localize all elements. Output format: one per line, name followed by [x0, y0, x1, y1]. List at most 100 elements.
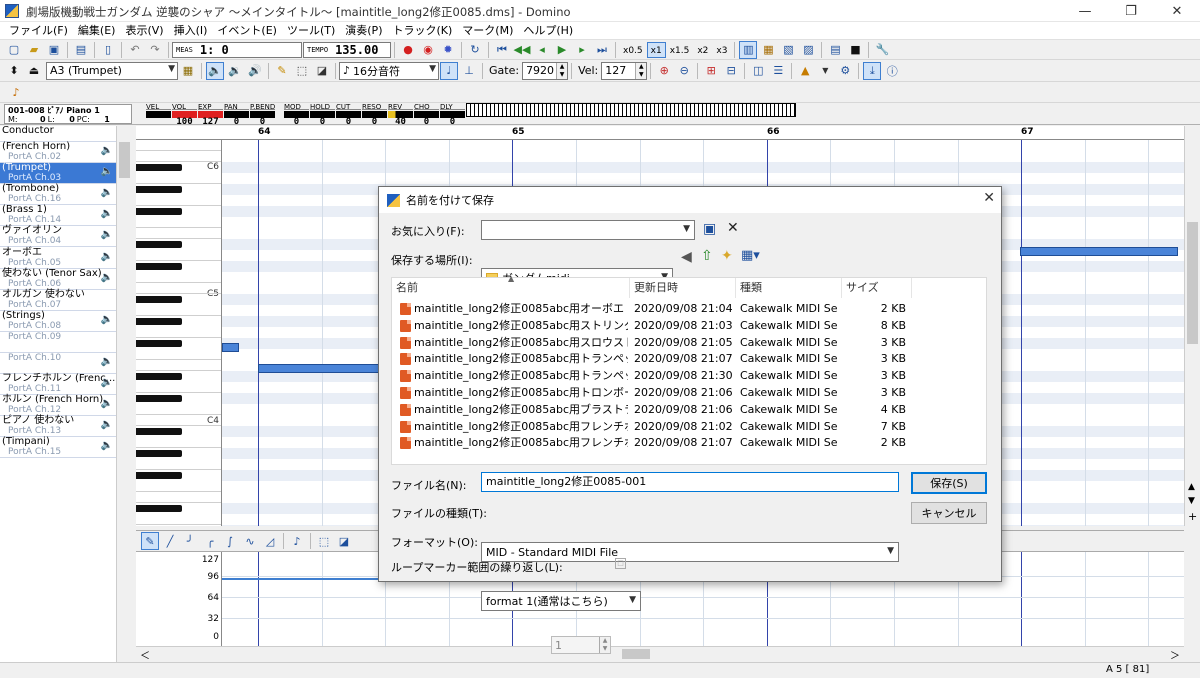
zoom-reset-icon[interactable]: ⊟ — [722, 62, 740, 80]
speaker-icon[interactable]: 🔈 — [101, 357, 113, 367]
spinner-arrows-icon[interactable]: ▲ ▼ — [556, 62, 568, 79]
loop-spinner[interactable]: 1 ▲ ▼ — [551, 636, 611, 654]
menu-view[interactable]: 表示(V) — [120, 22, 168, 39]
column-size[interactable]: サイズ — [842, 278, 912, 298]
meter-rev[interactable]: REV 40 — [388, 104, 413, 127]
properties-icon[interactable]: ▤ — [72, 41, 90, 59]
document-icon[interactable]: ▯ — [99, 41, 117, 59]
mini-keyboard[interactable] — [466, 103, 796, 117]
black-key[interactable] — [136, 395, 182, 402]
white-key[interactable] — [136, 514, 221, 525]
ramp-tool-icon[interactable]: ◿ — [261, 532, 279, 550]
midi-note[interactable] — [222, 343, 239, 352]
white-key[interactable] — [136, 404, 221, 415]
white-key[interactable] — [136, 437, 221, 448]
speaker-icon[interactable]: 🔈 — [101, 188, 113, 198]
track-item[interactable]: オルガン 使わない PortA Ch.07 — [0, 289, 116, 311]
horizontal-scrollbar[interactable]: ＜ ＞ — [136, 646, 1184, 662]
meter-cut[interactable]: CUT 0 — [336, 104, 361, 127]
midi-panic-icon[interactable]: ✹ — [439, 41, 457, 59]
file-row[interactable]: maintitle_long2修正0085abc用トランペット修正 2020/09… — [392, 367, 988, 384]
meter-reso[interactable]: RESO 0 — [362, 104, 387, 127]
remove-favorite-icon[interactable]: ✕ — [727, 220, 739, 236]
open-folder-icon[interactable]: ▰ — [25, 41, 43, 59]
track-item[interactable]: ピアノ 使わない PortA Ch.13 🔈 — [0, 416, 116, 438]
speaker-icon[interactable]: 🔈 — [101, 230, 113, 240]
curve-up-icon[interactable]: ╯ — [181, 532, 199, 550]
record-icon[interactable]: ● — [399, 41, 417, 59]
s-curve-icon[interactable]: ∫ — [221, 532, 239, 550]
black-key[interactable] — [136, 340, 182, 347]
menu-help[interactable]: ヘルプ(H) — [518, 22, 578, 39]
restore-button[interactable]: ❐ — [1108, 0, 1154, 22]
speed-x05[interactable]: x0.5 — [619, 42, 647, 58]
speaker-icon[interactable]: 🔈 — [101, 146, 113, 156]
scroll-down-icon[interactable]: ▼ — [1188, 496, 1195, 506]
view-menu-icon[interactable]: ▦▾ — [741, 248, 760, 263]
white-key[interactable] — [136, 492, 221, 503]
menu-insert[interactable]: 挿入(I) — [169, 22, 213, 39]
black-key[interactable] — [136, 428, 182, 435]
black-key[interactable] — [136, 450, 182, 457]
record-step-icon[interactable]: ◉ — [419, 41, 437, 59]
white-key[interactable] — [136, 173, 221, 184]
black-key[interactable] — [136, 263, 182, 270]
split-view-icon[interactable]: ◫ — [749, 62, 767, 80]
eraser-icon[interactable]: ◪ — [313, 62, 331, 80]
vel-spinner[interactable]: 127 ▲ ▼ — [601, 61, 648, 80]
list-view-icon[interactable]: ☰ — [769, 62, 787, 80]
track-item[interactable]: オーボエ PortA Ch.05 🔈 — [0, 247, 116, 269]
menu-play[interactable]: 演奏(P) — [340, 22, 387, 39]
black-key[interactable] — [136, 296, 182, 303]
loop-option-icon[interactable]: □ — [615, 558, 626, 569]
go-start-icon[interactable]: ⏮ — [493, 41, 511, 59]
window-icon[interactable]: ▨ — [799, 41, 817, 59]
speaker-icon[interactable]: 🔈 — [101, 272, 113, 283]
zoom-plus-icon[interactable]: + — [1188, 510, 1197, 523]
piano-keyboard[interactable]: C6 C5 C4 — [136, 140, 222, 526]
gate-spinner[interactable]: 7920 ▲ ▼ — [522, 61, 569, 80]
column-date[interactable]: 更新日時 — [630, 278, 736, 298]
track-item[interactable]: (Timpani) PortA Ch.15 🔈 — [0, 437, 116, 459]
vertical-scrollbar[interactable]: ▲ ▼ + — [1184, 126, 1200, 526]
meter-icon[interactable]: ■ — [846, 41, 864, 59]
go-end-icon[interactable]: ⏭ — [593, 41, 611, 59]
speaker-icon[interactable]: 🔈 — [101, 399, 113, 409]
play-icon[interactable]: ▶ — [553, 41, 571, 59]
speaker-icon[interactable]: 🔈 — [101, 314, 113, 325]
white-key[interactable] — [136, 250, 221, 261]
zoom-fit-icon[interactable]: ⊞ — [702, 62, 720, 80]
speaker-icon[interactable]: 🔈 — [206, 61, 224, 80]
white-key[interactable] — [136, 360, 221, 371]
track-settings-icon[interactable]: ⚙ — [836, 62, 854, 80]
speaker-icon[interactable]: 🔈 — [101, 441, 113, 451]
track-item[interactable]: ヴァイオリン PortA Ch.04 🔈 — [0, 226, 116, 248]
file-row[interactable]: maintitle_long2修正0085abc用トロンボーン 2020/09/0… — [392, 384, 988, 401]
dialog-close-icon[interactable]: ✕ — [983, 190, 995, 206]
new-folder-icon[interactable]: ✦ — [721, 248, 733, 264]
white-key[interactable] — [136, 228, 221, 239]
meter-mod[interactable]: MOD 0 — [284, 104, 309, 127]
file-row[interactable]: maintitle_long2修正0085abc用ストリングス1-1 2020/0… — [392, 317, 988, 334]
zoom-out-icon[interactable]: ⊖ — [675, 62, 693, 80]
white-key[interactable] — [136, 349, 221, 360]
meter-pan[interactable]: PAN 0 — [224, 104, 249, 127]
scroll-thumb[interactable] — [119, 142, 130, 178]
format-select[interactable]: format 1(通常はこちら) ▼ — [481, 591, 641, 611]
meter-hold[interactable]: HOLD 0 — [310, 104, 335, 127]
meter-exp[interactable]: EXP 127 — [198, 104, 223, 127]
track-item[interactable]: 使わない (Tenor Sax) PortA Ch.06 🔈 — [0, 268, 116, 290]
track-arrow-icon[interactable]: ⬍ — [5, 62, 23, 80]
white-key[interactable] — [136, 459, 221, 470]
white-key[interactable] — [136, 481, 221, 492]
black-key[interactable] — [136, 472, 182, 479]
note-pick-icon[interactable]: ♪ — [288, 532, 306, 550]
white-key[interactable] — [136, 415, 221, 426]
column-type[interactable]: 種類 — [736, 278, 842, 298]
track-list-scrollbar[interactable] — [116, 126, 132, 662]
white-key[interactable] — [136, 327, 221, 338]
track-item[interactable]: (Trombone) PortA Ch.16 🔈 — [0, 184, 116, 206]
mixer-icon[interactable]: ▤ — [826, 41, 844, 59]
marker-icon[interactable]: ▲ — [796, 62, 814, 80]
speaker-icon[interactable]: 🔈 — [101, 378, 113, 388]
